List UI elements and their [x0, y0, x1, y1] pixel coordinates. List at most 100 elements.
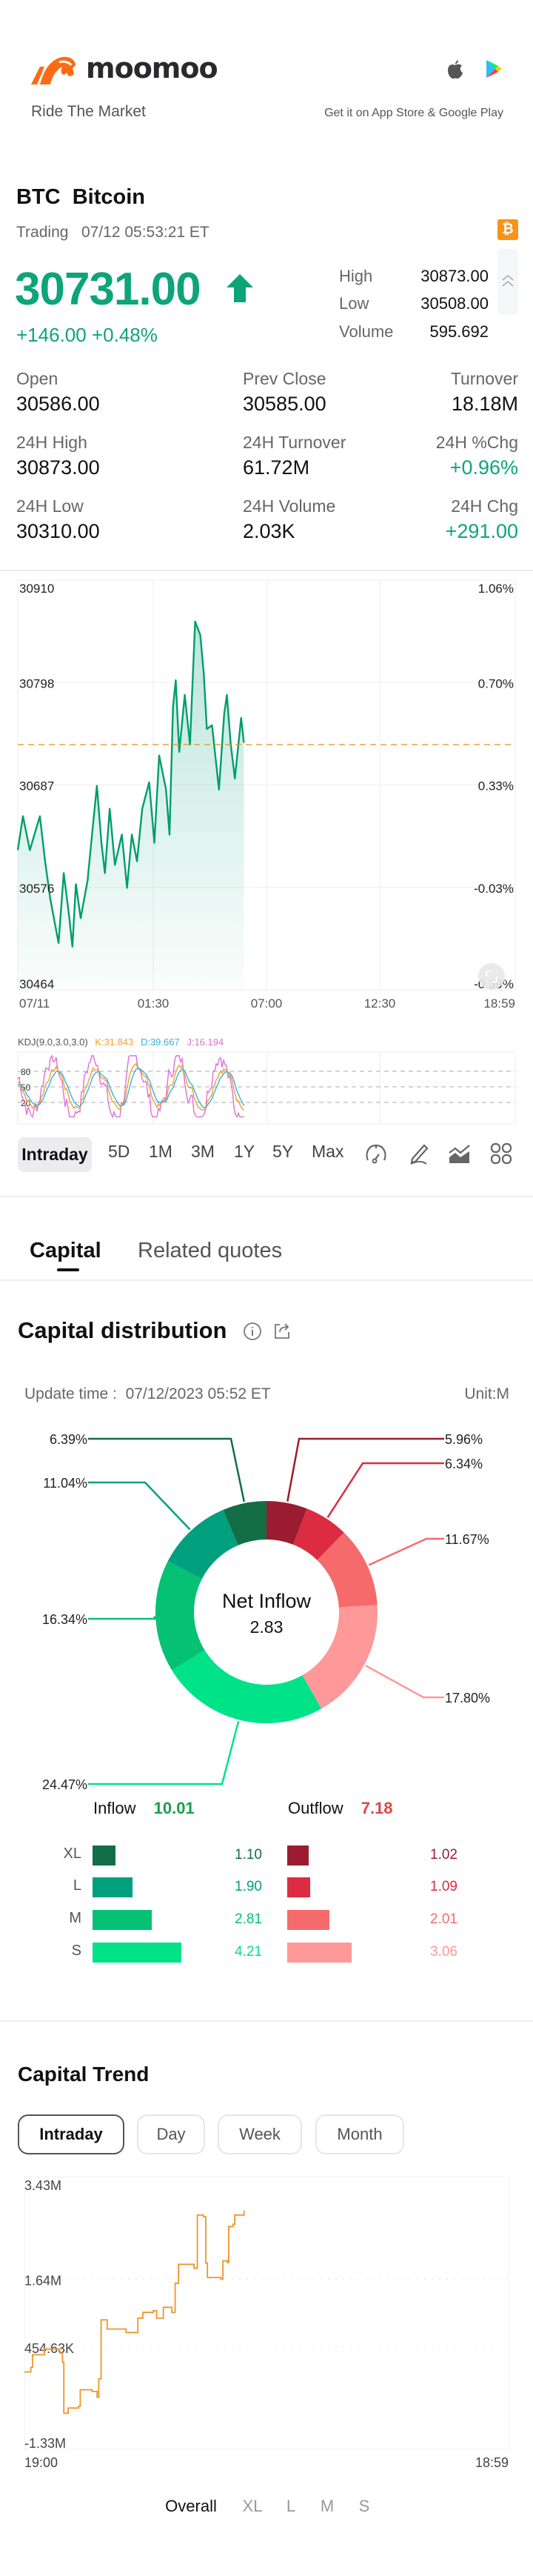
capital-trend-line [24, 2210, 245, 2414]
legend-overall[interactable]: Overall [165, 2497, 217, 2516]
kdj-j: J:16.194 [187, 1036, 224, 1048]
outflow-label: Outflow [288, 1799, 343, 1817]
apple-icon[interactable] [446, 59, 465, 80]
leader-line [365, 1665, 444, 1699]
net-inflow-label: Net Inflow [222, 1590, 312, 1612]
bull-logo-icon [31, 56, 76, 84]
period-intraday[interactable]: Intraday [18, 2114, 124, 2154]
legend-s[interactable]: S [359, 2497, 370, 2516]
stat-label: 24H Volume [243, 496, 336, 516]
slice-outflow-s [302, 1605, 378, 1709]
stat-value: 30585.00 [243, 393, 326, 415]
timestamp: 07/12 05:53:21 ET [81, 224, 209, 241]
bitcoin-icon: ₿ [497, 219, 518, 240]
outflow-total: 7.18 [361, 1799, 393, 1817]
stat-label: 24H Turnover [243, 433, 346, 452]
range-tab-max[interactable]: Max [312, 1142, 343, 1162]
y-tick-label: 30798 [19, 676, 54, 690]
period-week[interactable]: Week [218, 2114, 302, 2154]
kdj-level-label: 80 [21, 1067, 31, 1077]
period-month[interactable]: Month [315, 2114, 404, 2154]
info-icon[interactable] [243, 1322, 262, 1341]
grid-apps-icon[interactable] [489, 1141, 514, 1166]
stat-label: 24H Chg [451, 496, 518, 516]
period-day[interactable]: Day [137, 2114, 205, 2154]
slice-inflow-s [172, 1650, 322, 1723]
symbol: BTC [16, 185, 61, 209]
period-label: Month [337, 2125, 383, 2143]
capital-trend-chart[interactable]: 3.43M1.64M454.63K-1.33M19:00 18:59 [0, 2167, 533, 2478]
inflow-bar [93, 1943, 181, 1963]
x-tick-label: 18:59 [475, 2455, 509, 2470]
period-label: Week [239, 2125, 281, 2143]
size-label: M [69, 1910, 81, 1926]
leader-line [88, 1720, 240, 1785]
google-play-icon[interactable] [485, 59, 503, 79]
inflow-bar [93, 1910, 152, 1930]
range-tab-1y[interactable]: 1Y [234, 1142, 255, 1162]
inflow-value: 1.90 [235, 1879, 262, 1894]
change: +146.00 [16, 324, 87, 346]
fullscreen-button[interactable] [478, 963, 505, 990]
stat-value: 30586.00 [16, 393, 100, 415]
kdj-j-line [17, 1054, 244, 1119]
range-tab-3m[interactable]: 3M [191, 1142, 215, 1162]
stat-label: Open [16, 369, 58, 388]
range-tab-intraday[interactable]: Intraday [18, 1137, 92, 1172]
y-tick-label: 30910 [19, 582, 54, 596]
outflow-value: 2.01 [430, 1911, 457, 1927]
capital-donut-chart: 5.96% 6.34% 11.67% 17.80% 24.47% 16.34% 11.04%… [42, 1432, 490, 1792]
y-tick-label: 1.64M [24, 2273, 61, 2288]
x-tick-label: 07/11 [19, 996, 50, 1011]
chart-type-icon[interactable] [447, 1141, 472, 1166]
outflow-bar [287, 1910, 330, 1930]
x-tick-label: 19:00 [24, 2455, 58, 2470]
coin-name: Bitcoin [72, 185, 146, 209]
draw-pen-icon[interactable] [406, 1141, 432, 1166]
kdj-chart[interactable]: 805020 [0, 1036, 533, 1128]
collapse-button[interactable] [497, 249, 518, 314]
price-chart[interactable]: 30910 1.06% 30798 0.70% 30687 0.33% 30576 -0.03… [0, 570, 533, 1022]
inflow-total: 10.01 [153, 1799, 195, 1817]
update-time: Update time : 07/12/2023 05:52 ET [24, 1385, 271, 1403]
stat-value: +0.96% [449, 456, 518, 479]
y-tick-label: 30576 [19, 882, 54, 896]
gauge-icon[interactable] [363, 1141, 389, 1166]
outflow-value: 3.06 [430, 1944, 457, 1960]
stat-value: +291.00 [445, 520, 518, 542]
y-right-tick-label: -0.03% [474, 882, 514, 896]
capital-trend-title: Capital Trend [18, 2063, 150, 2086]
low-label: Low [339, 294, 369, 313]
update-label: Update time : [24, 1385, 117, 1402]
change-pct: +0.48% [91, 324, 158, 346]
y-right-tick-label: 1.06% [478, 582, 514, 596]
moomoo-logo: moomoo [30, 50, 218, 87]
capital-distribution-title: Capital distribution [18, 1317, 227, 1343]
stat-label: 24H Low [16, 496, 84, 516]
legend-xl[interactable]: XL [243, 2497, 263, 2516]
tagline: Ride The Market [31, 103, 146, 120]
tab-capital[interactable]: Capital [30, 1239, 101, 1263]
status: Trading [16, 224, 69, 241]
store-text[interactable]: Get it on App Store & Google Play [324, 107, 503, 120]
slice-label: 5.96% [445, 1432, 483, 1447]
stat-value: 18.18M [451, 393, 518, 415]
legend-l[interactable]: L [286, 2497, 295, 2516]
quote-title: BTC Bitcoin [16, 185, 145, 210]
stat-value: 30310.00 [16, 520, 100, 542]
double-chevron-up-icon [502, 274, 514, 287]
share-icon[interactable] [272, 1321, 292, 1340]
x-tick-label: 07:00 [251, 996, 283, 1011]
legend-m[interactable]: M [321, 2497, 334, 2516]
trading-status: Trading 07/12 05:53:21 ET [16, 224, 209, 242]
tab-active-indicator [57, 1268, 79, 1271]
range-tab-1m[interactable]: 1M [149, 1142, 172, 1162]
range-tab-5d[interactable]: 5D [108, 1142, 130, 1162]
slice-label: 11.67% [445, 1532, 489, 1547]
leader-line [326, 1462, 444, 1519]
tab-related-quotes[interactable]: Related quotes [138, 1239, 282, 1263]
slice-inflow-m [155, 1561, 205, 1671]
high-value: 30873.00 [420, 267, 489, 285]
range-tab-5y[interactable]: 5Y [272, 1142, 293, 1162]
outflow-summary: Outflow 7.18 [288, 1799, 393, 1818]
